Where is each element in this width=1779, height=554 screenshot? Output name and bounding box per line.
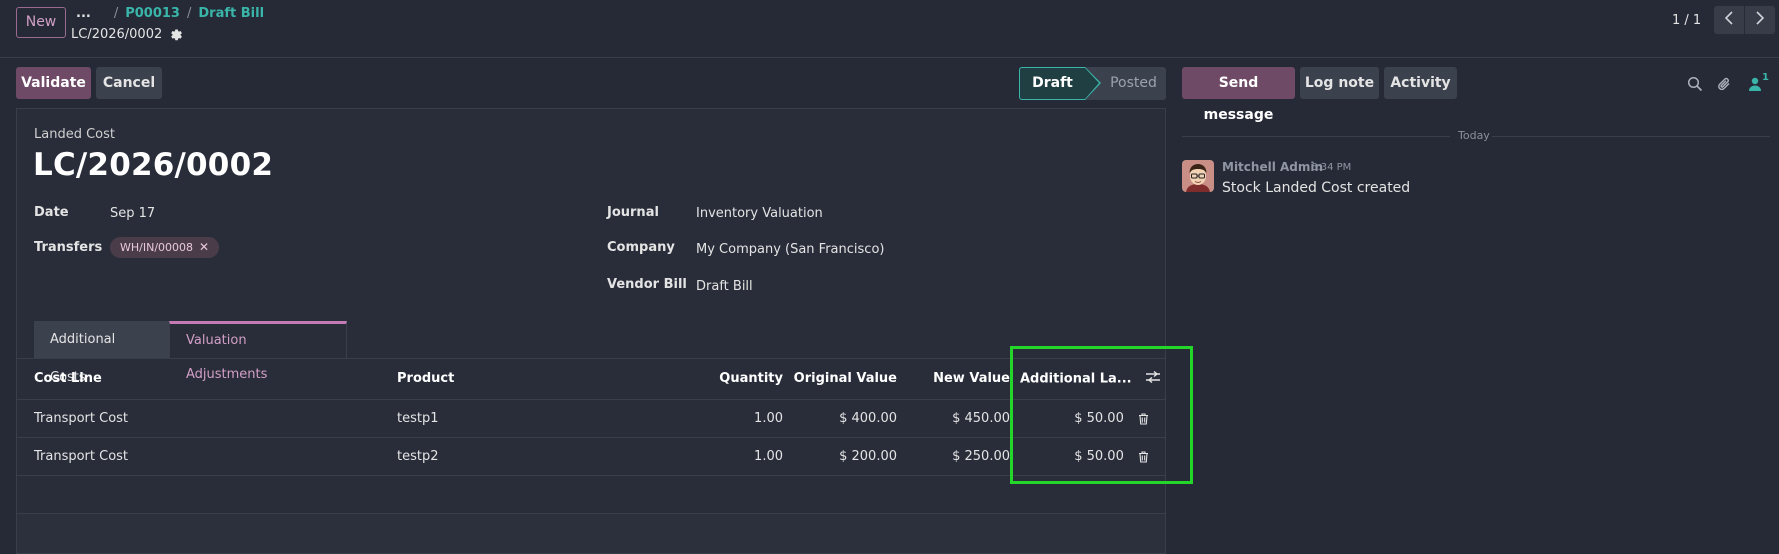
tab-valuation-adjustments[interactable]: Valuation Adjustments (169, 321, 347, 382)
notebook-tabs: Additional Costs Valuation Adjustments (34, 321, 347, 385)
cell-cost-line[interactable]: Transport Cost (17, 399, 397, 438)
status-bar: Draft Posted (1019, 67, 1166, 100)
validate-button[interactable]: Validate (16, 67, 91, 99)
journal-label: Journal (607, 205, 659, 220)
breadcrumb: ... / P00013 / Draft Bill (76, 4, 264, 22)
pager-previous-button[interactable] (1714, 6, 1745, 34)
table-row[interactable]: Transport Cost testp1 1.00 $ 400.00 $ 45… (17, 399, 1165, 438)
date-label: Date (34, 205, 69, 220)
table-header: Cost Line Product Quantity Original Valu… (17, 359, 1165, 400)
date-separator-line (1182, 136, 1450, 137)
follower-count: 1 (1762, 72, 1769, 83)
cell-original-value[interactable]: $ 200.00 (783, 437, 897, 476)
highlight-box (1010, 346, 1193, 484)
valuation-adjustments-table: Cost Line Product Quantity Original Valu… (17, 359, 1165, 554)
message-time: 6:34 PM (1311, 162, 1352, 173)
col-cost-line[interactable]: Cost Line (17, 359, 397, 400)
breadcrumb-draft-bill[interactable]: Draft Bill (198, 6, 264, 21)
vendor-bill-label: Vendor Bill (607, 277, 687, 292)
cell-quantity[interactable]: 1.00 (597, 399, 783, 438)
record-type-label: Landed Cost (34, 127, 115, 142)
cell-quantity[interactable]: 1.00 (597, 437, 783, 476)
user-icon[interactable] (1747, 76, 1763, 92)
breadcrumb-separator: / (186, 5, 192, 21)
date-separator-line (1492, 136, 1770, 137)
company-field[interactable]: My Company (San Francisco) (696, 242, 884, 257)
col-new-value[interactable]: New Value (897, 359, 1010, 400)
vendor-bill-field[interactable]: Draft Bill (696, 279, 753, 294)
cell-product[interactable]: testp2 (397, 437, 597, 476)
gear-icon[interactable] (169, 28, 183, 41)
chevron-left-icon (1724, 11, 1734, 29)
message-author[interactable]: Mitchell Admin (1222, 160, 1323, 174)
status-draft[interactable]: Draft (1019, 67, 1101, 100)
breadcrumb-separator: / (113, 5, 119, 21)
search-icon[interactable] (1687, 76, 1703, 92)
transfer-tag-label: WH/IN/00008 (120, 241, 194, 254)
date-separator: Today (1458, 129, 1490, 142)
cell-new-value[interactable]: $ 450.00 (897, 399, 1010, 438)
activity-button[interactable]: Activity (1384, 67, 1457, 99)
table-row[interactable]: Transport Cost testp2 1.00 $ 200.00 $ 25… (17, 437, 1165, 476)
page-title: LC/2026/0002 (33, 147, 274, 183)
cell-new-value[interactable]: $ 250.00 (897, 437, 1010, 476)
log-note-button[interactable]: Log note (1300, 67, 1379, 99)
chevron-right-icon (1755, 11, 1765, 29)
message-body: Stock Landed Cost created (1222, 180, 1411, 196)
close-icon[interactable]: ✕ (199, 237, 209, 258)
table-footer (17, 513, 1165, 554)
cell-original-value[interactable]: $ 400.00 (783, 399, 897, 438)
avatar[interactable] (1182, 160, 1214, 192)
send-message-button[interactable]: Send message (1182, 67, 1295, 123)
paperclip-icon[interactable] (1716, 76, 1732, 92)
cancel-button[interactable]: Cancel (96, 67, 162, 99)
breadcrumb-more[interactable]: ... (76, 6, 91, 21)
current-record: LC/2026/0002 (71, 25, 183, 43)
form-sheet: Landed Cost LC/2026/0002 Date Sep 17 Tra… (16, 108, 1166, 554)
current-record-name: LC/2026/0002 (71, 26, 163, 42)
cell-product[interactable]: testp1 (397, 399, 597, 438)
cell-cost-line[interactable]: Transport Cost (17, 437, 397, 476)
control-panel: New ... / P00013 / Draft Bill LC/2026/00… (0, 0, 1779, 58)
transfers-label: Transfers (34, 240, 103, 255)
transfer-tag: WH/IN/00008 ✕ (110, 237, 220, 258)
new-button[interactable]: New (16, 7, 66, 38)
journal-field[interactable]: Inventory Valuation (696, 206, 823, 221)
col-product[interactable]: Product (397, 359, 597, 400)
company-label: Company (607, 240, 675, 255)
empty-row (17, 475, 1165, 514)
pager-value[interactable]: 1 / 1 (1672, 13, 1701, 28)
breadcrumb-purchase-order[interactable]: P00013 (125, 6, 180, 21)
col-quantity[interactable]: Quantity (597, 359, 783, 400)
pager-next-button[interactable] (1745, 6, 1776, 34)
tab-additional-costs[interactable]: Additional Costs (34, 321, 169, 385)
col-original-value[interactable]: Original Value (783, 359, 897, 400)
date-field[interactable]: Sep 17 (110, 206, 155, 221)
pager: 1 / 1 (1672, 6, 1776, 34)
